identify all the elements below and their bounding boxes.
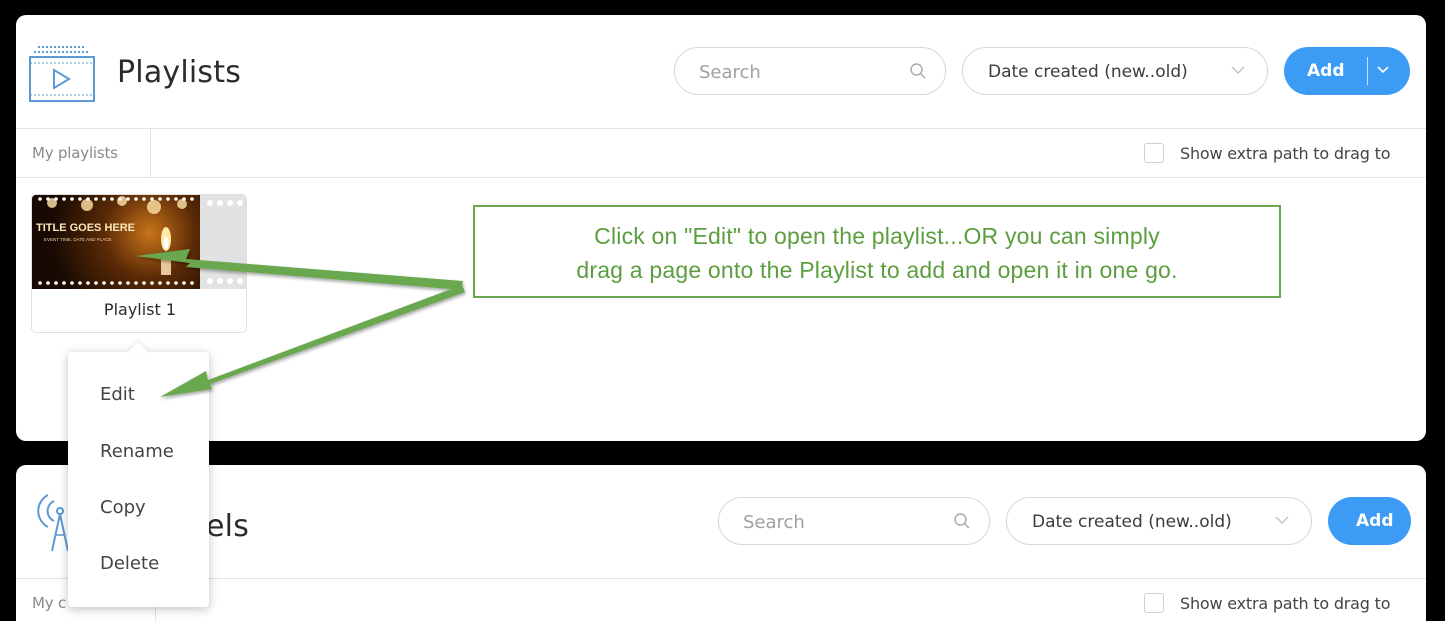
channels-header: els Search Date created (new..old) Add [16,465,1426,578]
search-icon [910,63,926,79]
search-icon [954,513,970,529]
extra-path-checkbox[interactable] [1144,143,1164,163]
extra-path-checkbox[interactable] [1144,593,1164,613]
channels-panel: els Search Date created (new..old) Add M… [16,465,1426,621]
thumbnail-art: TITLE GOES HERE EVENT TIME, DATE AND PLA… [36,196,194,285]
search-input[interactable]: Search [674,47,946,95]
channels-search-input[interactable]: Search [718,497,990,545]
menu-item-edit[interactable]: Edit [100,384,135,405]
add-button[interactable]: Add [1284,47,1410,95]
channels-tabbar: My c Show extra path to drag to [16,578,1426,621]
thumbnail-heading: TITLE GOES HERE [36,222,135,234]
tab-label: My c [32,594,67,612]
channels-add-button[interactable]: Add [1328,497,1411,545]
add-label: Add [1307,61,1345,81]
menu-item-delete[interactable]: Delete [100,553,159,574]
menu-item-copy[interactable]: Copy [100,497,146,518]
tab-my-playlists[interactable]: My playlists [16,129,151,178]
playlist-card[interactable]: TITLE GOES HERE EVENT TIME, DATE AND PLA… [31,194,247,333]
split-divider [1367,57,1368,85]
extra-path-label: Show extra path to drag to [1180,144,1391,163]
playlists-header: Playlists Search Date created (new..old)… [16,15,1426,128]
sort-dropdown[interactable]: Date created (new..old) [962,47,1268,95]
playlist-play-icon [29,46,95,102]
search-placeholder: Search [699,62,761,83]
chevron-down-icon[interactable] [1377,66,1389,74]
page-title: Playlists [117,55,242,90]
callout-line-2: drag a page onto the Playlist to add and… [576,257,1178,283]
channels-sort-dropdown[interactable]: Date created (new..old) [1006,497,1312,545]
chevron-down-icon [1275,516,1289,525]
playlists-tabbar: My playlists Show extra path to drag to [16,128,1426,178]
playlist-thumbnail: TITLE GOES HERE EVENT TIME, DATE AND PLA… [32,195,200,289]
callout-line-1: Click on "Edit" to open the playlist...O… [594,223,1160,249]
annotation-callout: Click on "Edit" to open the playlist...O… [473,205,1281,298]
sort-value: Date created (new..old) [988,62,1188,82]
tab-label: My playlists [32,144,118,162]
sort-value: Date created (new..old) [1032,512,1232,532]
search-placeholder: Search [743,512,805,533]
context-menu: Edit Rename Copy Delete [68,342,209,607]
menu-item-rename[interactable]: Rename [100,441,174,462]
add-label: Add [1356,511,1394,531]
thumbnail-subheading: EVENT TIME, DATE AND PLACE [44,237,112,242]
chevron-down-icon [1231,66,1245,75]
channels-title: els [206,509,250,544]
playlist-card-title: Playlist 1 [103,300,177,319]
extra-path-label: Show extra path to drag to [1180,594,1391,613]
